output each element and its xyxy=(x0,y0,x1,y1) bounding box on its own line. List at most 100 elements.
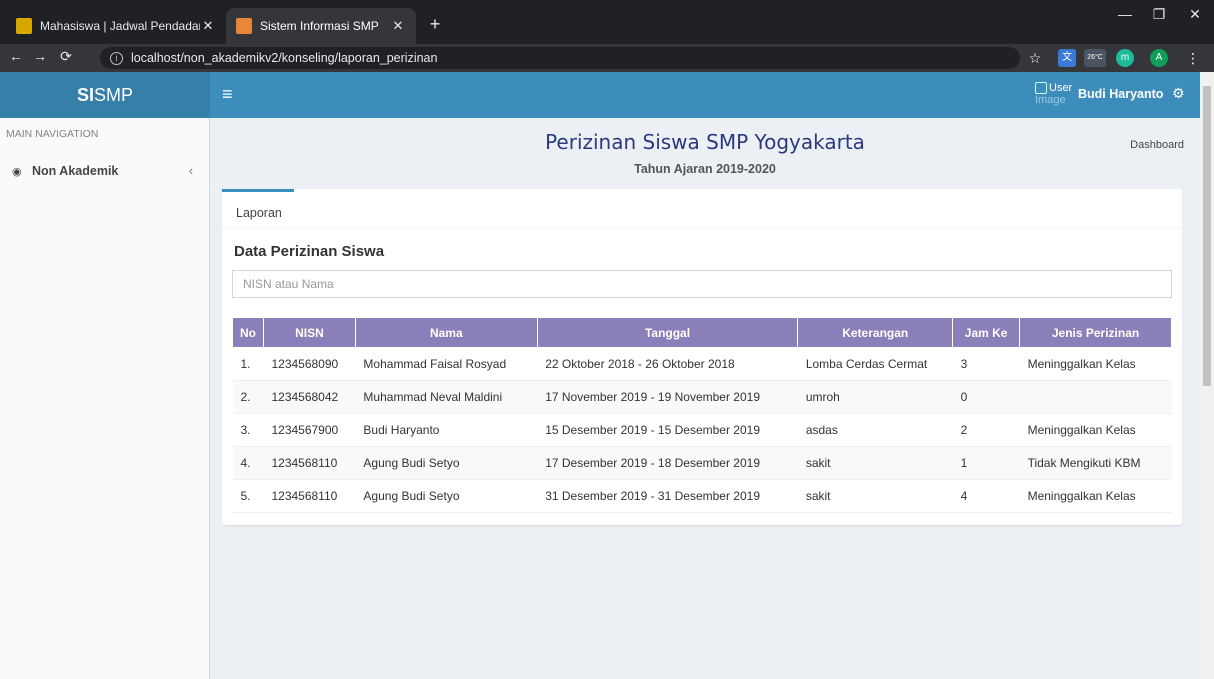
cell-no: 4. xyxy=(232,446,264,480)
restore-icon[interactable]: ❐ xyxy=(1144,6,1174,23)
browser-toolbar: ← → ⟳ i localhost/non_akademikv2/konseli… xyxy=(0,44,1214,72)
extension-m-icon[interactable]: m xyxy=(1116,49,1134,67)
cell-no: 1. xyxy=(232,347,264,381)
breadcrumb[interactable]: Dashboard xyxy=(1130,139,1184,151)
permission-table: No NISN Nama Tanggal Keterangan Jam Ke J… xyxy=(232,317,1172,513)
user-name[interactable]: Budi Haryanto xyxy=(1078,87,1163,101)
col-header-jam-ke[interactable]: Jam Ke xyxy=(952,317,1021,348)
cell-jenis: Tidak Mengikuti KBM xyxy=(1019,446,1172,480)
star-icon[interactable]: ☆ xyxy=(1026,49,1044,67)
cell-nisn: 1234568110 xyxy=(263,446,356,480)
cell-keterangan: Lomba Cerdas Cermat xyxy=(797,347,953,381)
cell-nama: Muhammad Neval Maldini xyxy=(355,380,538,414)
minimize-icon[interactable]: — xyxy=(1110,6,1140,22)
cell-jam-ke: 4 xyxy=(952,479,1020,513)
back-icon[interactable]: ← xyxy=(6,48,26,64)
cell-keterangan: asdas xyxy=(797,413,953,447)
tab-laporan[interactable]: Laporan xyxy=(222,189,294,227)
cell-nama: Mohammad Faisal Rosyad xyxy=(355,347,538,381)
table-row[interactable]: 5. 1234568110 Agung Budi Setyo 31 Desember … xyxy=(232,479,1172,513)
table-row[interactable]: 3. 1234567900 Budi Haryanto 15 Desember 201… xyxy=(232,413,1172,447)
reload-icon[interactable]: ⟳ xyxy=(56,48,76,65)
cell-keterangan: umroh xyxy=(797,380,953,414)
tab-title: Mahasiswa | Jadwal Pendadaran xyxy=(40,19,200,33)
ugm-favicon-icon xyxy=(16,18,32,34)
cell-jenis: Meninggalkan Kelas xyxy=(1019,479,1172,513)
tab-divider xyxy=(222,227,1182,228)
user-image-alt: User xyxy=(1049,82,1073,94)
cell-no: 5. xyxy=(232,479,264,513)
cell-jam-ke: 0 xyxy=(952,380,1020,414)
cell-tanggal: 17 Desember 2019 - 18 Desember 2019 xyxy=(537,446,798,480)
sidebar-toggle-icon[interactable]: ≡ xyxy=(222,84,233,105)
cell-jenis: Meninggalkan Kelas xyxy=(1019,347,1172,381)
cell-nisn: 1234568042 xyxy=(263,380,356,414)
weather-extension-icon[interactable]: 26°C xyxy=(1084,49,1106,67)
tab-title: Sistem Informasi SMP xyxy=(260,19,379,33)
new-tab-button[interactable]: + xyxy=(424,14,446,35)
page-scrollbar[interactable] xyxy=(1200,72,1214,679)
broken-image-icon xyxy=(1035,82,1047,95)
cell-nama: Budi Haryanto xyxy=(355,413,538,447)
cell-no: 2. xyxy=(232,380,264,414)
cell-tanggal: 17 November 2019 - 19 November 2019 xyxy=(537,380,798,414)
table-row[interactable]: 2. 1234568042 Muhammad Neval Maldini 17 Nov… xyxy=(232,380,1172,414)
url-text: localhost/non_akademikv2/konseling/lapor… xyxy=(131,51,438,65)
sismp-favicon-icon xyxy=(236,18,252,34)
table-row[interactable]: 4. 1234568110 Agung Budi Setyo 17 Desember … xyxy=(232,446,1172,480)
cell-jam-ke: 2 xyxy=(952,413,1020,447)
sidebar-item-label: Non Akademik xyxy=(32,164,119,178)
gears-icon[interactable]: ⚙ xyxy=(1172,85,1185,102)
page-subtitle: Tahun Ajaran 2019-2020 xyxy=(634,162,776,176)
info-icon[interactable]: i xyxy=(110,51,123,65)
sidebar: MAIN NAVIGATION ◉ Non Akademik ‹ xyxy=(0,118,210,679)
col-header-nama[interactable]: Nama xyxy=(354,317,538,348)
tab-close-icon[interactable]: ✕ xyxy=(390,18,406,34)
profile-avatar-icon[interactable]: A xyxy=(1150,49,1168,67)
col-header-jenis[interactable]: Jenis Perizinan xyxy=(1019,317,1172,348)
search-input[interactable] xyxy=(232,270,1172,298)
sidebar-header: MAIN NAVIGATION xyxy=(6,128,99,140)
cell-jam-ke: 1 xyxy=(952,446,1020,480)
cell-nisn: 1234567900 xyxy=(263,413,356,447)
table-row[interactable]: 1. 1234568090 Mohammad Faisal Rosyad 22 Okt… xyxy=(232,347,1172,381)
app-navbar: ≡ User Image Budi Haryanto ⚙ xyxy=(210,72,1200,118)
cell-tanggal: 22 Oktober 2018 - 26 Oktober 2018 xyxy=(537,347,798,381)
sidebar-item-non-akademik[interactable]: ◉ Non Akademik ‹ xyxy=(0,158,209,184)
col-header-no[interactable]: No xyxy=(232,317,264,348)
user-image-alt-2: Image xyxy=(1035,94,1066,107)
cell-nama: Agung Budi Setyo xyxy=(355,479,538,513)
browser-tab-sismp[interactable]: Sistem Informasi SMP ✕ xyxy=(226,8,416,44)
cell-no: 3. xyxy=(232,413,264,447)
col-header-tanggal[interactable]: Tanggal xyxy=(536,317,799,348)
forward-icon[interactable]: → xyxy=(30,48,50,64)
tab-close-icon[interactable]: ✕ xyxy=(200,18,216,34)
app-logo[interactable]: SISMP xyxy=(0,72,210,118)
url-bar[interactable]: i localhost/non_akademikv2/konseling/lap… xyxy=(100,47,1020,69)
cell-nisn: 1234568110 xyxy=(263,479,356,513)
dashboard-icon: ◉ xyxy=(12,165,22,178)
table-header-row: No NISN Nama Tanggal Keterangan Jam Ke J… xyxy=(232,317,1172,348)
cell-keterangan: sakit xyxy=(797,446,953,480)
cell-jenis: Meninggalkan Kelas xyxy=(1019,413,1172,447)
cell-keterangan: sakit xyxy=(797,479,953,513)
col-header-nisn[interactable]: NISN xyxy=(262,317,356,348)
cell-jam-ke: 3 xyxy=(952,347,1020,381)
browser-tab-jadwal[interactable]: Mahasiswa | Jadwal Pendadaran ✕ xyxy=(6,8,226,44)
menu-dots-icon[interactable]: ⋮ xyxy=(1184,49,1202,67)
cell-nisn: 1234568090 xyxy=(263,347,356,381)
user-image[interactable]: User Image xyxy=(1035,82,1075,122)
cell-nama: Agung Budi Setyo xyxy=(355,446,538,480)
chevron-left-icon: ‹ xyxy=(188,164,193,178)
translate-extension-icon[interactable]: 文 xyxy=(1058,49,1076,67)
col-header-keterangan[interactable]: Keterangan xyxy=(797,317,954,348)
cell-tanggal: 15 Desember 2019 - 15 Desember 2019 xyxy=(537,413,798,447)
box-title: Data Perizinan Siswa xyxy=(234,243,385,260)
window-close-icon[interactable]: ✕ xyxy=(1180,6,1210,23)
scrollbar-thumb[interactable] xyxy=(1203,86,1211,386)
browser-tabbar: Mahasiswa | Jadwal Pendadaran ✕ Sistem I… xyxy=(0,0,1214,44)
page-title: Perizinan Siswa SMP Yogyakarta xyxy=(545,130,865,154)
cell-jenis xyxy=(1019,380,1172,414)
report-box: Laporan Data Perizinan Siswa No NISN Nam… xyxy=(222,189,1182,525)
cell-tanggal: 31 Desember 2019 - 31 Desember 2019 xyxy=(537,479,798,513)
